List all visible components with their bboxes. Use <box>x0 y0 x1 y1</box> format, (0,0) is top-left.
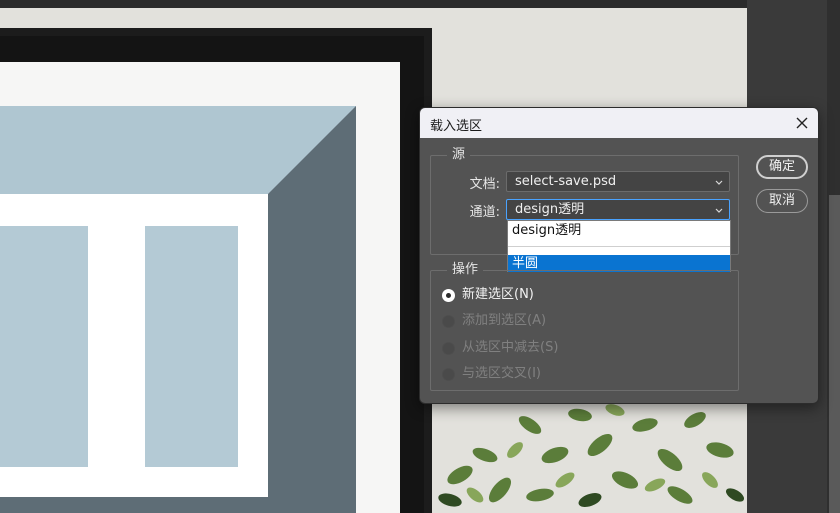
channel-label: 通道: <box>469 205 500 220</box>
load-selection-dialog: 载入选区 源 文档: select-save.psd 通道: design透明 … <box>419 107 819 404</box>
document-select[interactable]: select-save.psd <box>506 171 730 192</box>
source-group-label: 源 <box>447 147 471 163</box>
radio-button[interactable] <box>442 368 455 381</box>
chevron-down-icon <box>715 180 723 185</box>
radio-label: 新建选区(N) <box>462 287 534 302</box>
radio-label: 添加到选区(A) <box>462 313 547 328</box>
operation-group-label: 操作 <box>447 262 484 278</box>
radio-button[interactable] <box>442 315 455 328</box>
scrollbar-thumb[interactable] <box>829 195 840 513</box>
radio-label: 从选区中减去(S) <box>462 340 559 355</box>
radio-button[interactable] <box>442 342 455 355</box>
dropdown-separator <box>508 246 730 247</box>
artwork-light-panel <box>0 106 356 194</box>
cancel-button[interactable]: 取消 <box>756 189 808 213</box>
ok-button[interactable]: 确定 <box>756 155 808 179</box>
document-label: 文档: <box>469 177 500 192</box>
plant-image <box>438 404 745 507</box>
radio-button[interactable] <box>442 289 455 302</box>
channel-option-design[interactable]: design透明 <box>508 222 730 239</box>
artwork-bar-left <box>0 226 88 467</box>
close-icon[interactable] <box>792 113 812 133</box>
channel-select-value: design透明 <box>515 202 585 217</box>
channel-dropdown-list: design透明 半圆 <box>507 220 731 272</box>
artwork-bar-right <box>145 226 238 467</box>
channel-select[interactable]: design透明 <box>506 199 730 220</box>
dialog-title: 载入选区 <box>430 119 483 134</box>
document-select-value: select-save.psd <box>515 174 617 189</box>
chevron-down-icon <box>715 208 723 213</box>
radio-label: 与选区交叉(I) <box>462 366 541 381</box>
dialog-titlebar[interactable]: 载入选区 <box>420 108 818 138</box>
